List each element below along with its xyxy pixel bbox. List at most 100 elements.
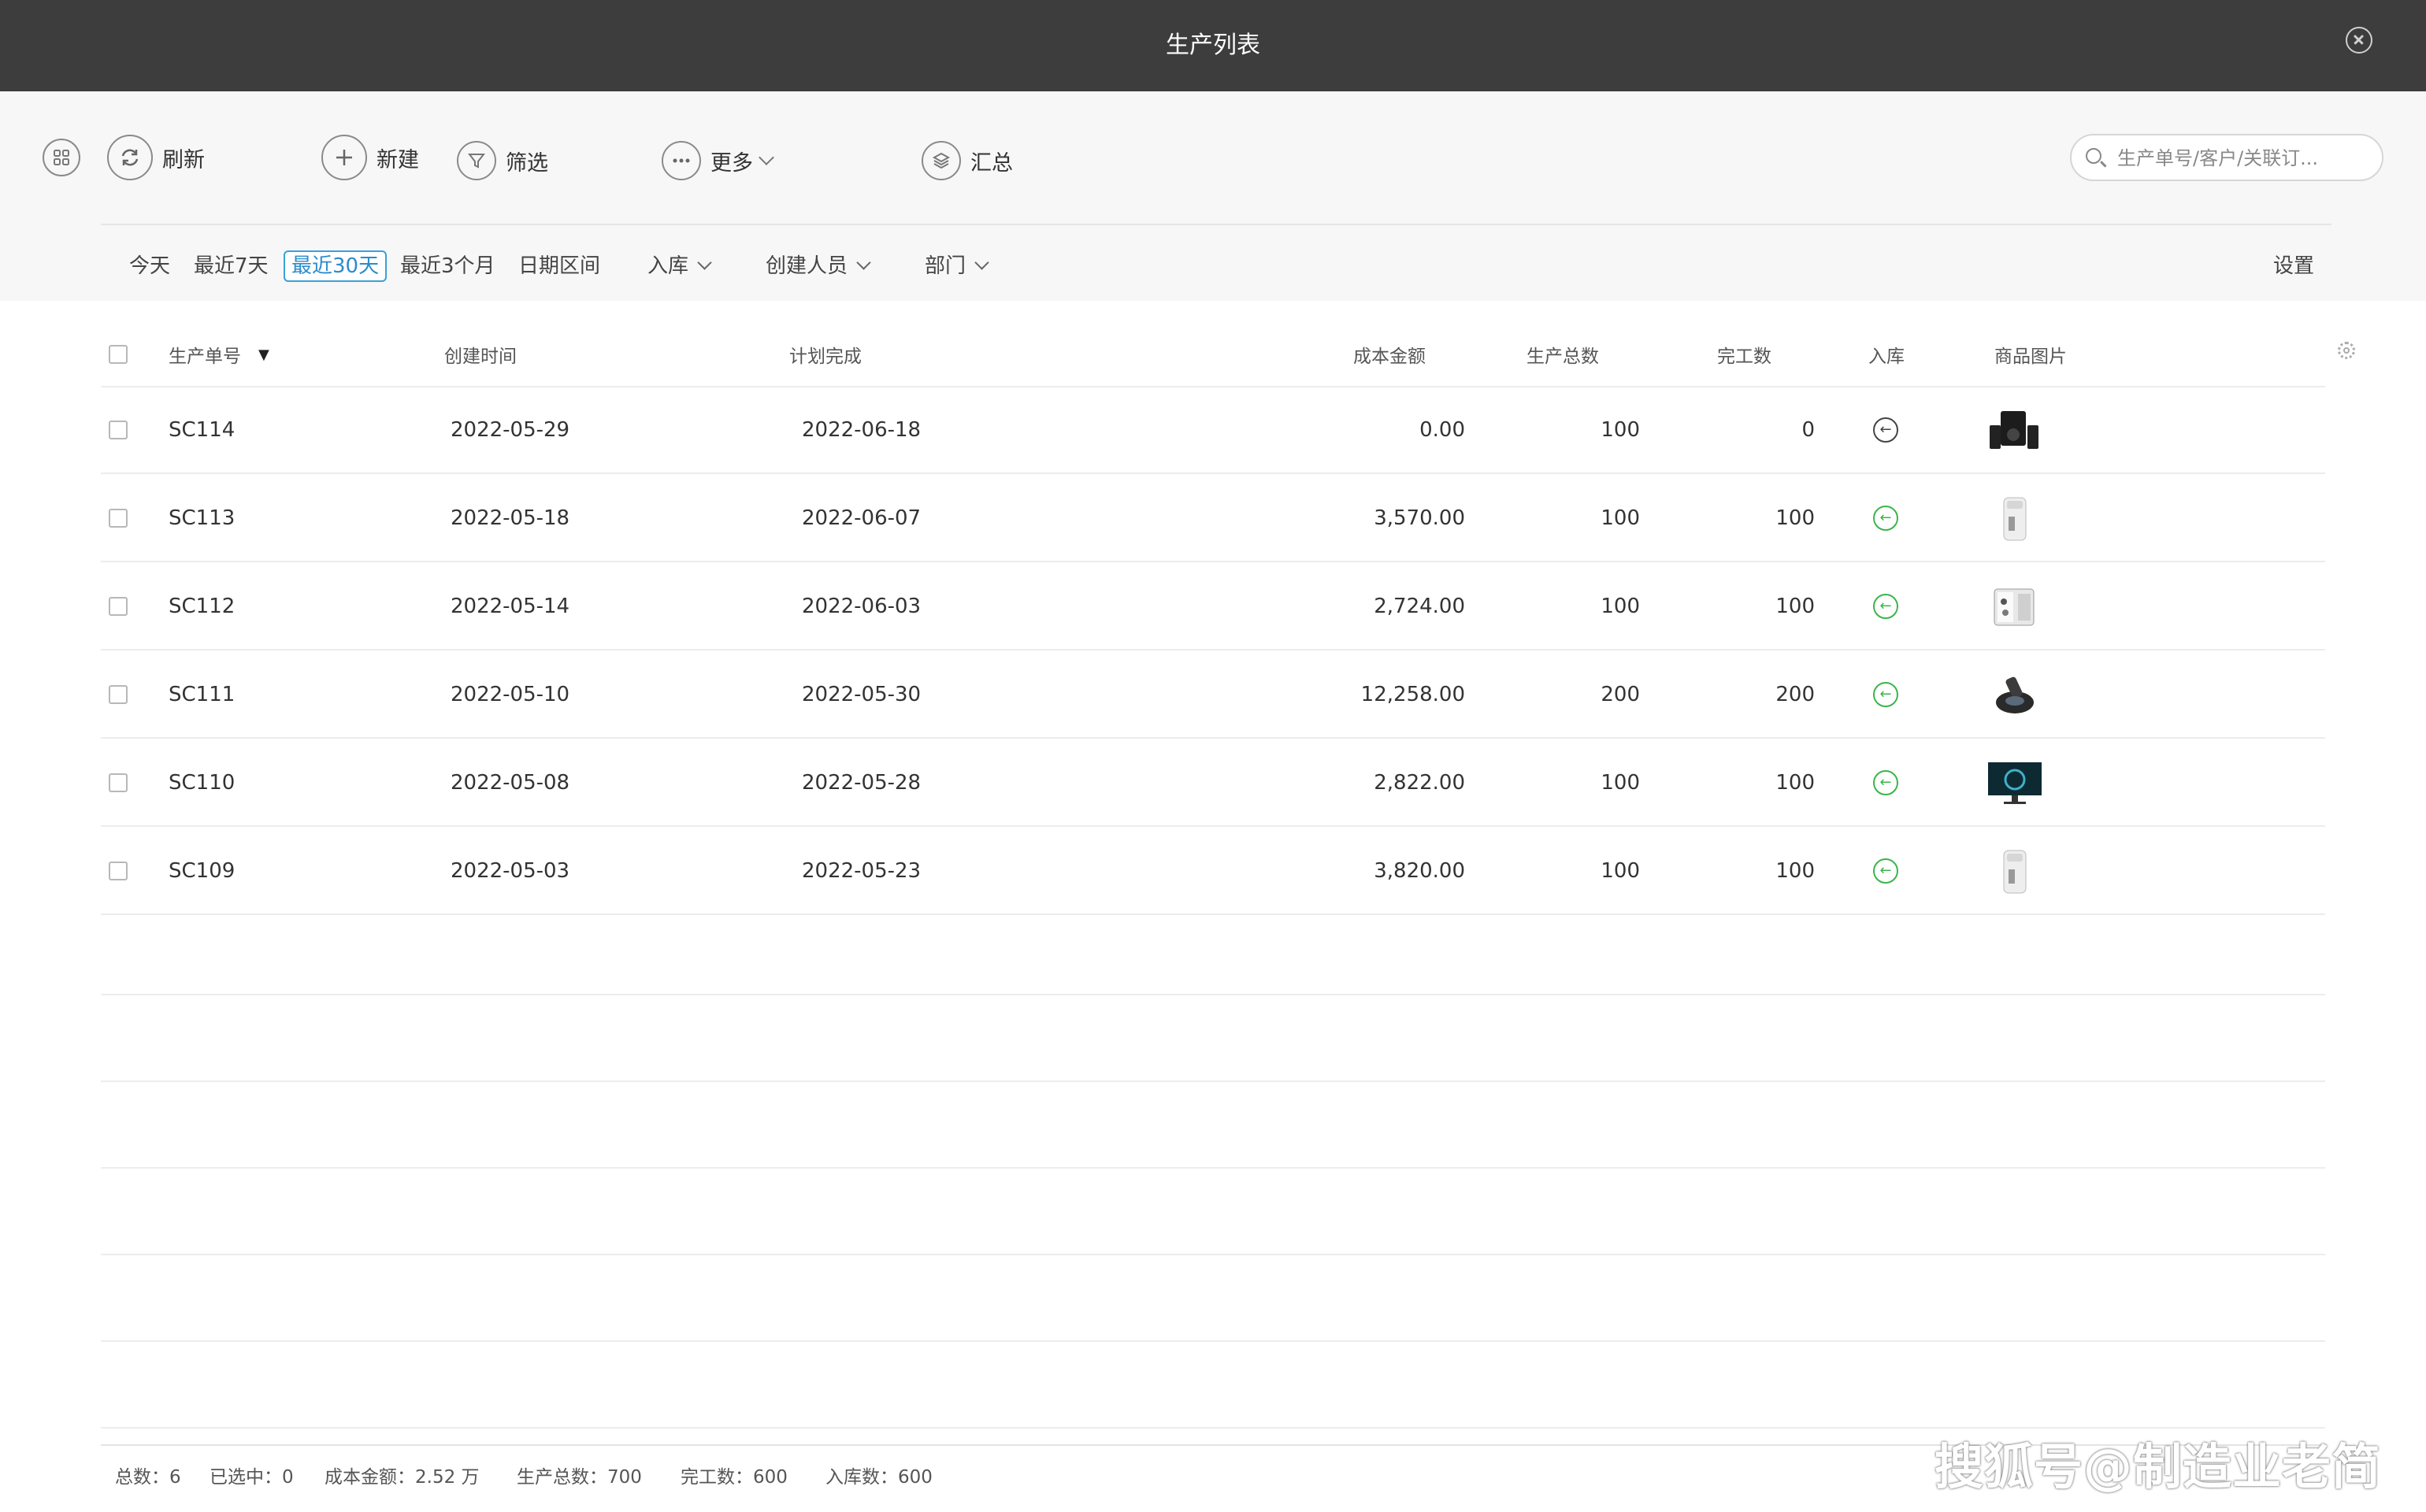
filter-button[interactable]: 筛选	[457, 135, 548, 186]
done-cell: 100	[1775, 859, 1815, 883]
empty-row-divider	[101, 1080, 2325, 1082]
filter-last-7-days[interactable]: 最近7天	[194, 250, 269, 282]
created-cell: 2022-05-10	[451, 683, 570, 706]
row-checkbox[interactable]	[109, 564, 128, 649]
total-cell: 100	[1601, 595, 1640, 618]
filter-department-dropdown[interactable]: 部门	[925, 250, 989, 282]
stock-in-icon[interactable]: ←	[1873, 770, 1898, 795]
planned-cell: 2022-06-03	[802, 595, 922, 618]
refresh-icon	[107, 135, 153, 180]
empty-row-divider	[101, 1254, 2325, 1255]
header-done: 完工数	[1717, 346, 1771, 367]
table-row[interactable]: SC110 2022-05-08 2022-05-28 2,822.00 100 100 ←	[101, 740, 2325, 827]
created-cell: 2022-05-29	[451, 418, 570, 442]
order-no-cell[interactable]: SC114	[169, 387, 235, 472]
stock-cell[interactable]: ←	[1873, 740, 1898, 825]
table-row[interactable]: SC111 2022-05-10 2022-05-30 12,258.00 200 200…	[101, 652, 2325, 739]
filter-label: 筛选	[506, 150, 548, 176]
stock-in-icon[interactable]: ←	[1873, 506, 1898, 531]
product-image	[1985, 740, 2045, 825]
product-image	[1985, 476, 2045, 561]
gear-icon[interactable]	[2338, 342, 2355, 359]
sort-desc-icon[interactable]: ▼	[258, 346, 269, 363]
header-total: 生产总数	[1526, 346, 1599, 367]
watermark-text: 搜狐号@制造业老简	[1934, 1438, 2382, 1495]
stock-in-icon[interactable]: ←	[1873, 682, 1898, 707]
plus-icon	[321, 135, 367, 180]
cost-cell: 12,258.00	[1360, 683, 1465, 706]
header-planned: 计划完成	[789, 346, 862, 367]
filter-department-label: 部门	[925, 254, 966, 278]
product-image	[1985, 564, 2045, 649]
product-image	[1985, 828, 2045, 914]
row-checkbox[interactable]	[109, 828, 128, 914]
filter-last-30-days[interactable]: 最近30天	[284, 250, 388, 282]
created-cell: 2022-05-08	[451, 771, 570, 795]
settings-link[interactable]: 设置	[2273, 250, 2314, 282]
table-row[interactable]: SC112 2022-05-14 2022-06-03 2,724.00 100 100 ←	[101, 564, 2325, 650]
created-cell: 2022-05-18	[451, 506, 570, 530]
window-title: 生产列表	[1166, 32, 1260, 59]
created-cell: 2022-05-14	[451, 595, 570, 618]
table-row[interactable]: SC109 2022-05-03 2022-05-23 3,820.00 100 100 ←	[101, 828, 2325, 915]
order-no-cell[interactable]: SC110	[169, 740, 235, 825]
filter-stock-dropdown[interactable]: 入库	[647, 250, 712, 282]
stock-in-icon[interactable]: ←	[1873, 594, 1898, 619]
summary-button[interactable]: 汇总	[922, 135, 1013, 186]
more-label: 更多	[710, 150, 753, 176]
cost-cell: 3,570.00	[1374, 506, 1465, 530]
stock-in-icon[interactable]: ←	[1873, 858, 1898, 884]
stock-cell[interactable]: ←	[1873, 476, 1898, 561]
row-checkbox[interactable]	[109, 387, 128, 472]
layers-icon	[922, 141, 961, 180]
filter-today[interactable]: 今天	[129, 250, 170, 282]
header-stock: 入库	[1868, 346, 1905, 367]
row-checkbox[interactable]	[109, 740, 128, 825]
chevron-down-icon	[974, 255, 989, 270]
done-cell: 200	[1775, 683, 1815, 706]
stock-cell[interactable]: ←	[1873, 387, 1898, 472]
table-header: 生产单号 ▼ 创建时间 计划完成 成本金额 生产总数 完工数 入库 商品图片	[101, 323, 2325, 387]
order-no-cell[interactable]: SC112	[169, 564, 235, 649]
close-icon[interactable]	[2346, 27, 2372, 54]
order-no-cell[interactable]: SC111	[169, 652, 235, 737]
more-button[interactable]: 更多	[662, 135, 774, 186]
apps-button[interactable]	[43, 132, 80, 183]
stock-cell[interactable]: ←	[1873, 564, 1898, 649]
order-no-cell[interactable]: SC113	[169, 476, 235, 561]
header-order-no[interactable]: 生产单号 ▼	[169, 323, 269, 386]
select-all-checkbox[interactable]	[109, 323, 128, 386]
row-checkbox[interactable]	[109, 652, 128, 737]
planned-cell: 2022-05-23	[802, 859, 922, 883]
new-label: 新建	[377, 147, 419, 172]
search-box[interactable]	[2070, 134, 2383, 181]
planned-cell: 2022-06-07	[802, 506, 922, 530]
stock-cell[interactable]: ←	[1873, 828, 1898, 914]
header-cost: 成本金额	[1353, 346, 1426, 367]
table-row[interactable]: SC113 2022-05-18 2022-06-07 3,570.00 100 100 ←	[101, 476, 2325, 562]
filter-creator-dropdown[interactable]: 创建人员	[766, 250, 871, 282]
footer-total: 总数：6	[115, 1467, 181, 1488]
order-no-cell[interactable]: SC109	[169, 828, 235, 914]
header-created: 创建时间	[444, 346, 517, 367]
footer-produced: 生产总数：700	[517, 1467, 642, 1488]
table-row[interactable]: SC114 2022-05-29 2022-06-18 0.00 100 0 ←	[101, 387, 2325, 474]
toolbar-divider	[101, 224, 2331, 225]
filter-stock-label: 入库	[647, 254, 689, 278]
stock-cell[interactable]: ←	[1873, 652, 1898, 737]
search-input[interactable]	[2116, 142, 2371, 175]
empty-row-divider	[101, 994, 2325, 995]
filter-date-range[interactable]: 日期区间	[518, 250, 600, 282]
footer-cost: 成本金额：2.52 万	[325, 1467, 480, 1488]
search-icon	[2086, 148, 2101, 164]
total-cell: 200	[1601, 683, 1640, 706]
footer-done: 完工数：600	[681, 1467, 788, 1488]
filter-last-3-months[interactable]: 最近3个月	[400, 250, 495, 282]
refresh-button[interactable]: 刷新	[107, 132, 205, 183]
header-image: 商品图片	[1994, 346, 2067, 367]
row-checkbox[interactable]	[109, 476, 128, 561]
footer-selected: 已选中：0	[210, 1467, 294, 1488]
new-button[interactable]: 新建	[321, 132, 419, 183]
chevron-down-icon	[856, 255, 871, 270]
stock-in-icon[interactable]: ←	[1873, 417, 1898, 443]
